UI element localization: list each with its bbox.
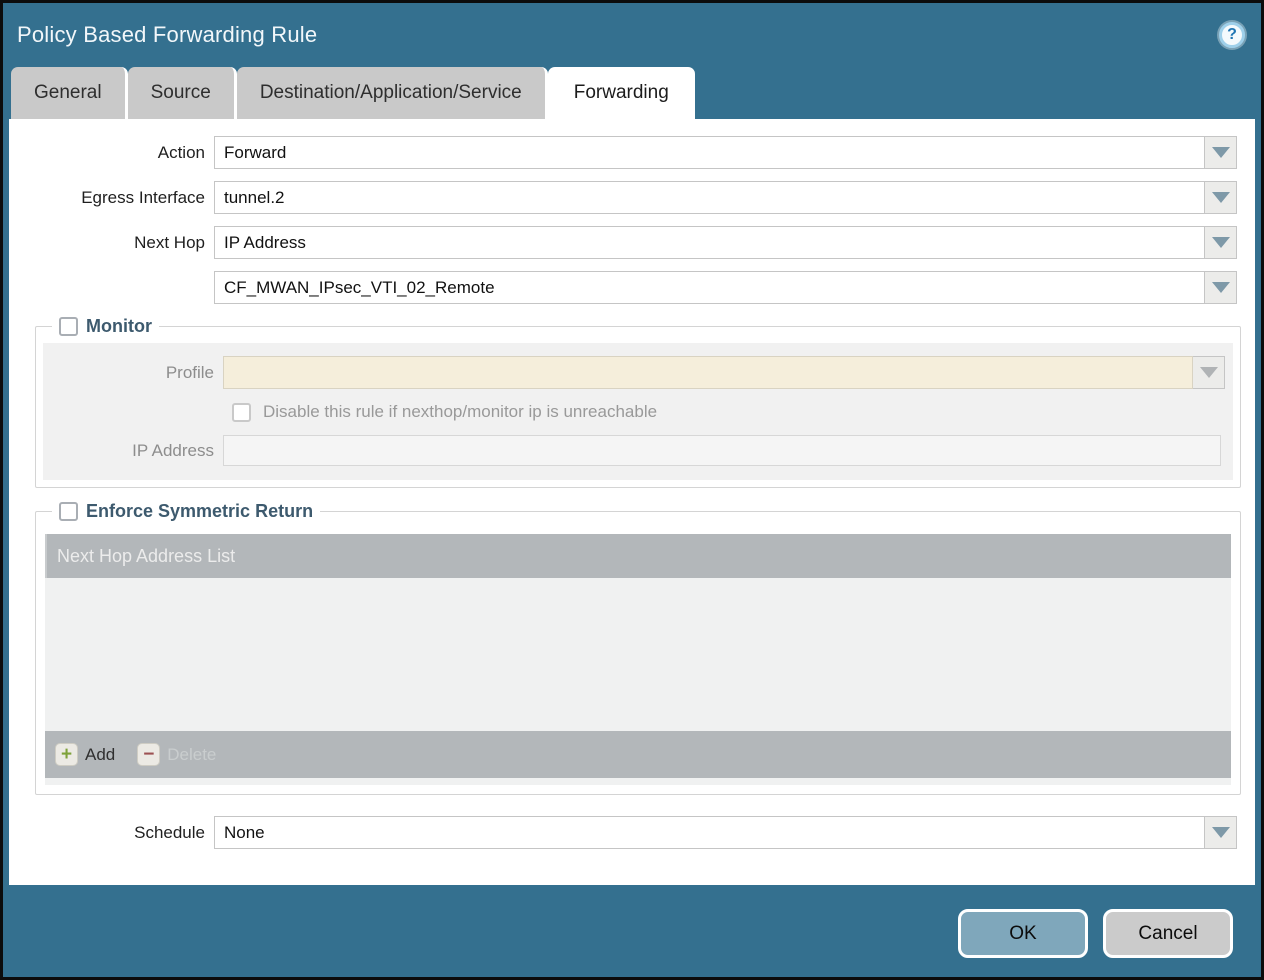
delete-button: − Delete	[137, 743, 216, 766]
cancel-button[interactable]: Cancel	[1103, 909, 1233, 958]
tab-destination-application-service[interactable]: Destination/Application/Service	[237, 67, 548, 119]
monitor-ip-label: IP Address	[43, 441, 223, 461]
chevron-down-icon	[1200, 367, 1218, 378]
schedule-dropdown-button[interactable]	[1205, 816, 1237, 849]
monitor-legend: Monitor	[52, 316, 159, 337]
egress-interface-select[interactable]: tunnel.2	[214, 181, 1205, 214]
tab-bar: General Source Destination/Application/S…	[3, 67, 1261, 119]
next-hop-row: Next Hop IP Address	[9, 226, 1237, 259]
profile-label: Profile	[43, 363, 223, 383]
chevron-down-icon	[1212, 282, 1230, 293]
delete-icon: −	[137, 743, 160, 766]
action-label: Action	[9, 143, 214, 163]
next-hop-dropdown-button[interactable]	[1205, 226, 1237, 259]
symmetric-return-legend-label: Enforce Symmetric Return	[86, 501, 313, 522]
profile-dropdown-button	[1193, 356, 1225, 389]
forwarding-tab-panel: Action Forward Egress Interface tunnel.2…	[9, 119, 1255, 885]
monitor-legend-label: Monitor	[86, 316, 152, 337]
chevron-down-icon	[1212, 827, 1230, 838]
schedule-select[interactable]: None	[214, 816, 1205, 849]
profile-select	[223, 356, 1193, 389]
next-hop-type-select[interactable]: IP Address	[214, 226, 1205, 259]
monitor-ip-row: IP Address	[43, 435, 1225, 466]
disable-rule-checkbox	[232, 403, 251, 422]
table-toolbar: + Add − Delete	[45, 731, 1231, 778]
tab-source[interactable]: Source	[128, 67, 237, 119]
dialog-title: Policy Based Forwarding Rule	[17, 22, 317, 48]
table-body-empty[interactable]	[45, 578, 1231, 731]
action-select[interactable]: Forward	[214, 136, 1205, 169]
next-hop-address-dropdown-button[interactable]	[1205, 271, 1237, 304]
disable-rule-label: Disable this rule if nexthop/monitor ip …	[263, 402, 657, 422]
schedule-row: Schedule None	[9, 816, 1237, 849]
add-button-label: Add	[85, 745, 115, 765]
monitor-ip-input	[223, 435, 1221, 466]
policy-based-forwarding-dialog: Policy Based Forwarding Rule ? General S…	[0, 0, 1264, 980]
egress-interface-row: Egress Interface tunnel.2	[9, 181, 1237, 214]
table-header-next-hop-address-list: Next Hop Address List	[45, 534, 1231, 578]
dialog-footer: OK Cancel	[3, 885, 1261, 977]
schedule-label: Schedule	[9, 823, 214, 843]
monitor-panel: Profile Disable this rule if nexthop/mon…	[43, 343, 1233, 480]
tab-forwarding[interactable]: Forwarding	[548, 67, 695, 119]
symmetric-return-legend: Enforce Symmetric Return	[52, 501, 320, 522]
disable-rule-row: Disable this rule if nexthop/monitor ip …	[43, 402, 1225, 422]
action-dropdown-button[interactable]	[1205, 136, 1237, 169]
monitor-checkbox[interactable]	[59, 317, 78, 336]
chevron-down-icon	[1212, 147, 1230, 158]
next-hop-label: Next Hop	[9, 233, 214, 253]
monitor-fieldset: Monitor Profile Disable this rule if nex…	[35, 316, 1241, 488]
add-button[interactable]: + Add	[55, 743, 115, 766]
profile-row: Profile	[43, 356, 1225, 389]
symmetric-return-checkbox[interactable]	[59, 502, 78, 521]
next-hop-address-row: CF_MWAN_IPsec_VTI_02_Remote	[9, 271, 1237, 304]
next-hop-address-select[interactable]: CF_MWAN_IPsec_VTI_02_Remote	[214, 271, 1205, 304]
dialog-titlebar: Policy Based Forwarding Rule ?	[3, 3, 1261, 67]
next-hop-address-table: Next Hop Address List + Add − Delete	[45, 534, 1231, 785]
action-row: Action Forward	[9, 136, 1237, 169]
egress-interface-label: Egress Interface	[9, 188, 214, 208]
egress-interface-dropdown-button[interactable]	[1205, 181, 1237, 214]
add-icon: +	[55, 743, 78, 766]
help-icon[interactable]: ?	[1219, 22, 1245, 48]
chevron-down-icon	[1212, 192, 1230, 203]
chevron-down-icon	[1212, 237, 1230, 248]
delete-button-label: Delete	[167, 745, 216, 765]
symmetric-return-fieldset: Enforce Symmetric Return Next Hop Addres…	[35, 501, 1241, 795]
tab-general[interactable]: General	[11, 67, 128, 119]
ok-button[interactable]: OK	[958, 909, 1088, 958]
